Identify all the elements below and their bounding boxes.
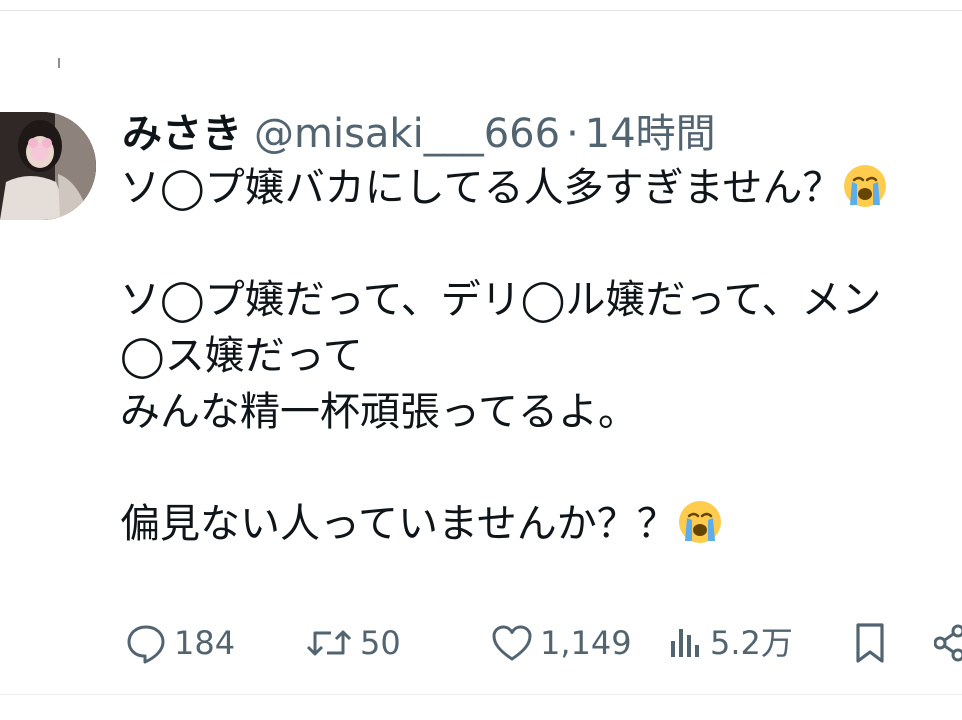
user-handle[interactable]: @misaki___666 <box>254 111 560 157</box>
reply-icon <box>127 625 165 664</box>
tweet-screenshot: みさき @misaki___666 · 14時間 ソ◯プ嬢バカにしてる人多すぎません？… <box>0 0 962 720</box>
separator-dot: · <box>566 111 579 157</box>
tweet-text: ソ◯プ嬢バカにしてる人多すぎません？ ソ◯プ嬢だって、デリ◯ル嬢だって、メン ◯… <box>120 160 962 552</box>
like-count: 1,149 <box>540 624 632 662</box>
reply-button[interactable]: 184 <box>124 618 235 668</box>
previous-tweet-remnant <box>58 58 60 68</box>
timestamp[interactable]: 14時間 <box>585 111 716 157</box>
share-button[interactable] <box>934 618 962 668</box>
bookmark-icon <box>856 623 884 663</box>
tweet-actions: 184 50 1,149 5.2万 <box>122 618 962 668</box>
reply-count: 184 <box>174 624 236 662</box>
tweet-line-text: ソ◯プ嬢バカにしてる人多すぎません？ <box>120 165 843 211</box>
retweet-icon <box>306 630 352 656</box>
tweet-line: ◯ス嬢だって <box>120 328 962 384</box>
tweet-line-text: みんな精一杯頑張ってるよ。 <box>120 389 638 435</box>
display-name[interactable]: みさき <box>122 111 242 157</box>
share-icon <box>934 624 962 662</box>
tweet-line-text: ◯ス嬢だって <box>120 333 363 379</box>
analytics-icon <box>671 629 699 657</box>
retweet-button[interactable]: 50 <box>304 618 401 668</box>
view-count: 5.2万 <box>710 624 793 662</box>
avatar[interactable] <box>0 112 96 220</box>
tweet-line: ソ◯プ嬢バカにしてる人多すぎません？ <box>120 160 962 216</box>
tweet-line <box>120 216 962 272</box>
tweet-header: みさき @misaki___666 · 14時間 <box>122 104 716 164</box>
tweet-line: みんな精一杯頑張ってるよ。 <box>120 384 962 440</box>
loudly-crying-face-icon <box>678 501 721 543</box>
bottom-divider <box>0 694 962 695</box>
loudly-crying-face-icon <box>844 165 887 207</box>
like-button[interactable]: 1,149 <box>490 618 632 668</box>
bookmark-button[interactable] <box>850 618 890 668</box>
views-button[interactable]: 5.2万 <box>668 618 793 668</box>
retweet-count: 50 <box>360 624 401 662</box>
top-divider <box>0 10 962 11</box>
heart-icon <box>492 625 532 661</box>
avatar-photo <box>0 112 96 220</box>
tweet-line-text: ソ◯プ嬢だって、デリ◯ル嬢だって、メン <box>120 277 882 323</box>
tweet-line-text: 偏見ない人っていませんか？？ <box>120 501 677 547</box>
tweet-line: 偏見ない人っていませんか？？ <box>120 496 962 552</box>
tweet-line: ソ◯プ嬢だって、デリ◯ル嬢だって、メン <box>120 272 962 328</box>
tweet-line <box>120 440 962 496</box>
